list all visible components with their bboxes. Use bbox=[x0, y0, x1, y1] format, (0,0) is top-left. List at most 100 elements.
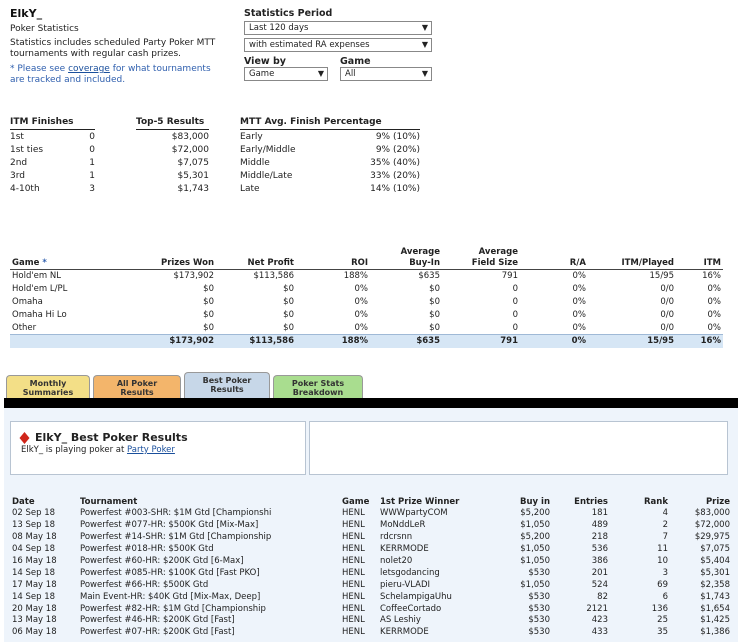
game-stats-row: Other $0 $0 0% $0 0 0% 0/0 0% bbox=[10, 322, 723, 335]
tab-monthly-summaries[interactable]: Monthly Summaries bbox=[6, 375, 90, 398]
result-prize-cell: $5,301 bbox=[700, 567, 730, 578]
prizes-won-cell: $0 bbox=[203, 310, 214, 320]
top5-table: $83,000 $72,000 $7,075 $5,301 $1,743 bbox=[136, 130, 209, 195]
avg-field-size-cell: 0 bbox=[512, 284, 518, 294]
result-row: 14 Sep 18 Powerfest #085-HR: $100K Gtd [F… bbox=[10, 567, 732, 579]
expenses-select[interactable]: with estimated RA expenses ▼ bbox=[244, 38, 432, 52]
mtt-value: 35% (40%) bbox=[370, 157, 420, 168]
col-avg-field: Average Field Size bbox=[442, 247, 520, 270]
result-winner-cell: pieru-VLADI bbox=[380, 579, 431, 590]
result-entries-cell: 423 bbox=[591, 615, 608, 626]
col-game-label: Game bbox=[12, 258, 40, 268]
col-prizes-won: Prizes Won bbox=[120, 247, 216, 270]
tab-poker-stats-breakdown[interactable]: Poker Stats Breakdown bbox=[273, 375, 363, 398]
game-name-cell: Hold'em L/PL bbox=[12, 284, 68, 294]
col-avg-buyin: Average Buy-In bbox=[370, 247, 442, 270]
result-prize-cell: $1,654 bbox=[700, 603, 730, 614]
view-by-label: View by bbox=[244, 56, 286, 67]
result-winner-cell: AS Leshiy bbox=[380, 615, 421, 626]
prizes-won-cell: $0 bbox=[203, 284, 214, 294]
tab-best-poker-results[interactable]: Best Poker Results bbox=[184, 372, 270, 398]
best-results-title-box: ElkY_ Best Poker Results ElkY_ is playin… bbox=[10, 421, 306, 475]
mtt-value: 14% (10%) bbox=[370, 183, 420, 194]
col-roi: ROI bbox=[296, 247, 370, 270]
ra-cell: 0% bbox=[520, 334, 588, 348]
itm-cell: 16% bbox=[702, 271, 721, 282]
description-line-1: Statistics includes scheduled Party Poke… bbox=[10, 38, 216, 48]
col-game: Game * bbox=[10, 247, 120, 270]
dropdown-arrow-icon: ▼ bbox=[421, 40, 428, 49]
roi-cell: 188% bbox=[296, 334, 370, 348]
result-rank-cell: 69 bbox=[657, 579, 668, 590]
top5-value: $5,301 bbox=[177, 170, 210, 181]
view-by-select[interactable]: Game ▼ bbox=[244, 67, 328, 81]
result-tournament-cell: Powerfest #60-HR: $200K Gtd [6-Max] bbox=[80, 556, 244, 566]
result-prize-cell: $29,975 bbox=[694, 532, 730, 543]
result-rank-cell: 3 bbox=[662, 567, 668, 578]
avg-buyin-cell: $0 bbox=[429, 297, 440, 307]
itm-finishes-section: ITM Finishes 1st 0 1st ties 0 2nd 1 3rd 1 4-… bbox=[10, 117, 95, 195]
ra-cell: 0% bbox=[572, 284, 587, 294]
tab-all-poker-results[interactable]: All Poker Results bbox=[93, 375, 181, 398]
result-tournament-cell: Powerfest #82-HR: $1M Gtd [Championship bbox=[80, 603, 266, 614]
mtt-label: Early/Middle bbox=[240, 144, 296, 155]
top5-value: $72,000 bbox=[171, 144, 209, 155]
best-results-subtitle: ElkY_ is playing poker at Party Poker bbox=[21, 445, 175, 455]
result-rank-cell: 10 bbox=[657, 556, 668, 566]
result-rank-cell: 6 bbox=[662, 591, 668, 602]
statistics-period-label: Statistics Period bbox=[244, 8, 333, 19]
col-avg-buyin-line1: Average bbox=[400, 247, 440, 257]
result-tournament-cell: Powerfest #46-HR: $200K Gtd [Fast] bbox=[80, 615, 235, 626]
view-by-value: Game bbox=[249, 69, 275, 79]
diamond-suit-icon bbox=[19, 432, 30, 444]
coverage-note-suffix: for what tournaments bbox=[109, 64, 211, 74]
col-entries: Entries bbox=[574, 497, 608, 507]
result-date-cell: 13 May 18 bbox=[12, 615, 57, 626]
itm-value: 0 bbox=[89, 144, 95, 155]
result-entries-cell: 2121 bbox=[586, 603, 608, 614]
game-name-cell: Omaha Hi Lo bbox=[12, 310, 67, 320]
top5-section: Top-5 Results $83,000 $72,000 $7,075 $5,… bbox=[136, 117, 209, 195]
roi-cell: 188% bbox=[343, 271, 368, 282]
roi-cell: 0% bbox=[354, 297, 369, 307]
result-entries-cell: 386 bbox=[591, 556, 608, 566]
result-date-cell: 02 Sep 18 bbox=[12, 508, 56, 519]
net-profit-cell: $0 bbox=[283, 297, 294, 307]
statistics-period-select[interactable]: Last 120 days ▼ bbox=[244, 21, 432, 35]
result-buyin-cell: $530 bbox=[528, 603, 550, 614]
dropdown-arrow-icon: ▼ bbox=[421, 69, 428, 78]
player-name: ElkY_ bbox=[10, 7, 43, 20]
result-prize-cell: $1,743 bbox=[700, 591, 730, 602]
result-prize-cell: $5,404 bbox=[700, 556, 730, 566]
result-row: 20 May 18 Powerfest #82-HR: $1M Gtd [Cham… bbox=[10, 603, 732, 615]
mtt-label: Middle bbox=[240, 157, 270, 168]
side-box bbox=[309, 421, 728, 475]
game-filter-label: Game bbox=[340, 56, 371, 67]
mtt-value: 9% (10%) bbox=[375, 131, 420, 142]
coverage-link[interactable]: coverage bbox=[68, 64, 110, 74]
tab-label-line1: All Poker bbox=[116, 379, 158, 388]
result-game-cell: HENL bbox=[342, 591, 365, 602]
result-winner-cell: nolet20 bbox=[380, 556, 413, 566]
itm-played-cell: 15/95 bbox=[588, 334, 676, 348]
game-stats-header-row: Game * Prizes Won Net Profit ROI Average… bbox=[10, 247, 723, 270]
result-date-cell: 04 Sep 18 bbox=[12, 544, 56, 555]
tab-label-line1: Best Poker bbox=[202, 376, 252, 385]
result-winner-cell: MoNddLeR bbox=[380, 520, 426, 531]
game-name-cell: Omaha bbox=[12, 297, 43, 307]
result-game-cell: HENL bbox=[342, 615, 365, 626]
party-poker-link[interactable]: Party Poker bbox=[127, 445, 175, 455]
result-prize-cell: $83,000 bbox=[694, 508, 730, 519]
game-filter-select[interactable]: All ▼ bbox=[340, 67, 432, 81]
result-row: 14 Sep 18 Main Event-HR: $40K Gtd [Mix-Ma… bbox=[10, 591, 732, 603]
tab-label-line2: Results bbox=[120, 388, 154, 397]
col-rank: Rank bbox=[644, 497, 668, 507]
result-buyin-cell: $5,200 bbox=[520, 532, 550, 543]
result-winner-cell: CoffeeCortado bbox=[380, 603, 442, 614]
result-date-cell: 16 May 18 bbox=[12, 556, 57, 566]
result-entries-cell: 181 bbox=[591, 508, 608, 519]
description-line-2: tournaments with regular cash prizes. bbox=[10, 49, 182, 59]
result-row: 04 Sep 18 Powerfest #018-HR: $500K Gtd HEN… bbox=[10, 544, 732, 556]
result-buyin-cell: $1,050 bbox=[520, 520, 550, 531]
result-rank-cell: 4 bbox=[662, 508, 668, 519]
